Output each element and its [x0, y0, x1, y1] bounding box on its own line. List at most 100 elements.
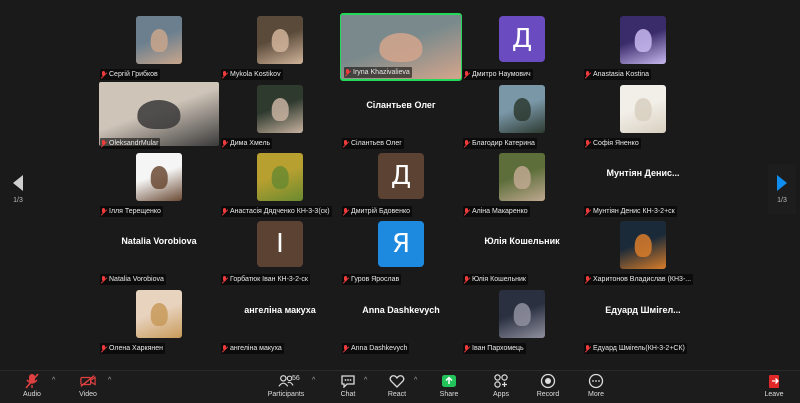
- participant-tile[interactable]: Iryna Khazivalieva: [340, 13, 462, 81]
- mic-muted-icon: [342, 207, 349, 216]
- participant-name: Харитонов Владислав (КН3-...: [593, 276, 692, 283]
- mic-muted-icon: [221, 139, 228, 148]
- chat-label: Chat: [340, 391, 356, 398]
- participant-tile[interactable]: Мунтіян Денис... Мунтіян Денис КН-3-2+ск: [582, 150, 704, 218]
- person-silhouette: [271, 98, 289, 121]
- mic-muted-icon: [463, 344, 470, 353]
- heart-icon: [389, 373, 405, 389]
- participant-tile[interactable]: Софія Яненко: [582, 82, 704, 150]
- participant-tile[interactable]: Аліна Макаренко: [461, 150, 583, 218]
- person-silhouette: [150, 303, 168, 326]
- next-page-button[interactable]: 1/3: [768, 164, 796, 214]
- participant-display-name: Natalia Vorobiova: [121, 236, 197, 246]
- participant-tile[interactable]: Natalia Vorobiova Natalia Vorobiova: [98, 218, 220, 286]
- participant-display-name: Юлія Кошельник: [484, 236, 560, 246]
- participant-name-label: Горбатюк Іван КН-3-2-ск: [221, 274, 310, 285]
- participant-name: Дима Хмель: [230, 140, 271, 147]
- person-silhouette: [379, 32, 423, 63]
- participant-video: [499, 153, 545, 201]
- mic-muted-icon: [463, 70, 470, 79]
- participants-button[interactable]: Participants: [256, 373, 316, 401]
- participant-display-name: ангеліна макуха: [244, 305, 316, 315]
- apps-button[interactable]: Apps: [475, 373, 527, 401]
- participant-video: [257, 153, 303, 201]
- participant-name: Natalia Vorobiova: [109, 276, 164, 283]
- previous-page-button[interactable]: 1/3: [4, 164, 32, 214]
- mic-muted-icon: [344, 68, 351, 77]
- participant-tile[interactable]: Сергій Грибков: [98, 13, 220, 81]
- participant-name-label: Софія Яненко: [584, 138, 641, 149]
- participant-tile[interactable]: Благодир Катерина: [461, 82, 583, 150]
- participant-name: Іван Пархомець: [472, 345, 524, 352]
- participant-name-label: Дмитрій Бдовенко: [342, 206, 412, 217]
- participant-name-label: Iryna Khazivalieva: [344, 67, 412, 78]
- participant-tile[interactable]: Сілантьев Олег Сілантьев Олег: [340, 82, 462, 150]
- participant-tile[interactable]: Анастасія Дядченко КН-3-3(ск): [219, 150, 341, 218]
- person-silhouette: [150, 166, 168, 189]
- participant-tile[interactable]: Ілля Терещенко: [98, 150, 220, 218]
- mic-muted-icon: [584, 344, 591, 353]
- share-button[interactable]: Share: [423, 373, 475, 401]
- participant-tile[interactable]: Дима Хмель: [219, 82, 341, 150]
- more-button[interactable]: More: [570, 373, 622, 401]
- participant-name-label: Сергій Грибков: [100, 69, 160, 80]
- react-options-caret[interactable]: ^: [414, 377, 417, 384]
- participant-name-label: Іван Пархомець: [463, 343, 526, 354]
- participant-name: Благодир Катерина: [472, 140, 535, 147]
- participant-tile[interactable]: Харитонов Владислав (КН3-...: [582, 218, 704, 286]
- participant-name: Сергій Грибков: [109, 71, 158, 78]
- mic-muted-icon: [221, 70, 228, 79]
- participant-name-label: Олена Харкянен: [100, 343, 165, 354]
- participant-name-label: Юлія Кошельник: [463, 274, 528, 285]
- participant-display-name: Едуард Шмігел...: [605, 305, 681, 315]
- participant-tile[interactable]: Anna Dashkevych Anna Dashkevych: [340, 287, 462, 355]
- mic-muted-icon: [463, 207, 470, 216]
- audio-button[interactable]: Audio: [6, 373, 58, 401]
- participant-tile[interactable]: Anastasia Kostina: [582, 13, 704, 81]
- leave-icon: [766, 373, 782, 389]
- participant-video: [620, 16, 666, 64]
- mic-muted-icon: [221, 207, 228, 216]
- video-button[interactable]: Video: [62, 373, 114, 401]
- record-button[interactable]: Record: [522, 373, 574, 401]
- person-silhouette: [634, 98, 652, 121]
- participants-count: 56: [292, 375, 300, 382]
- chevron-right-icon: [777, 174, 787, 191]
- participant-tile[interactable]: Я Гуров Ярослав: [340, 218, 462, 286]
- mic-muted-icon: [463, 139, 470, 148]
- participant-name-label: Anna Dashkevych: [342, 343, 410, 354]
- participant-tile[interactable]: І Горбатюк Іван КН-3-2-ск: [219, 218, 341, 286]
- participant-tile[interactable]: Олена Харкянен: [98, 287, 220, 355]
- record-label: Record: [536, 391, 560, 398]
- participant-tile[interactable]: ангеліна макуха ангеліна макуха: [219, 287, 341, 355]
- participant-tile[interactable]: Едуард Шмігел... Едуард Шмігель(КН-3-2+СК…: [582, 287, 704, 355]
- participants-label: Participants: [267, 391, 305, 398]
- participant-name-label: Благодир Катерина: [463, 138, 537, 149]
- participant-video: [136, 153, 182, 201]
- participant-tile[interactable]: Д Дмитрій Бдовенко: [340, 150, 462, 218]
- participants-options-caret[interactable]: ^: [312, 377, 315, 384]
- audio-options-caret[interactable]: ^: [52, 377, 55, 384]
- participant-display-name: Anna Dashkevych: [362, 305, 440, 315]
- participant-name-label: Мунтіян Денис КН-3-2+ск: [584, 206, 677, 217]
- person-silhouette: [150, 29, 168, 52]
- participant-name: Едуард Шмігель(КН-3-2+СК): [593, 345, 685, 352]
- participant-tile[interactable]: Юлія Кошельник Юлія Кошельник: [461, 218, 583, 286]
- participant-name-label: Аліна Макаренко: [463, 206, 530, 217]
- leave-button[interactable]: Leave: [748, 373, 800, 401]
- participant-tile[interactable]: Mykola Kostikov: [219, 13, 341, 81]
- mic-muted-icon: [100, 207, 107, 216]
- chevron-left-icon: [13, 174, 23, 191]
- participant-video: [499, 85, 545, 133]
- participant-tile[interactable]: Іван Пархомець: [461, 287, 583, 355]
- page-indicator-left: 1/3: [13, 196, 23, 204]
- page-indicator-right: 1/3: [777, 196, 787, 204]
- participant-tile[interactable]: Д Дмитро Наумович: [461, 13, 583, 81]
- participant-tile[interactable]: OleksandrMular: [98, 82, 220, 150]
- participant-video: [99, 82, 219, 146]
- chat-options-caret[interactable]: ^: [364, 377, 367, 384]
- react-label: React: [387, 391, 407, 398]
- video-options-caret[interactable]: ^: [108, 377, 111, 384]
- participant-name-label: Ілля Терещенко: [100, 206, 163, 217]
- chat-icon: [340, 373, 356, 389]
